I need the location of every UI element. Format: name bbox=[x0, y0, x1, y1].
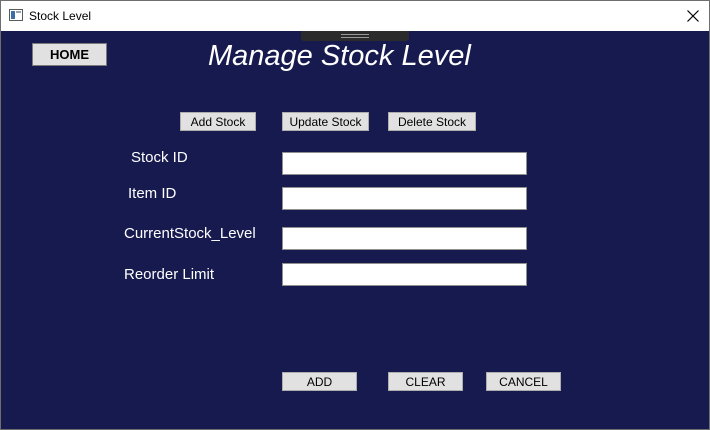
app-window-icon bbox=[9, 9, 23, 21]
add-button[interactable]: ADD bbox=[282, 372, 357, 391]
clear-button[interactable]: CLEAR bbox=[388, 372, 463, 391]
cancel-button[interactable]: CANCEL bbox=[486, 372, 561, 391]
close-icon[interactable] bbox=[683, 6, 703, 26]
page-title: Manage Stock Level bbox=[208, 40, 471, 72]
reorder-limit-input[interactable] bbox=[282, 263, 527, 286]
add-stock-button[interactable]: Add Stock bbox=[180, 112, 256, 131]
update-stock-button[interactable]: Update Stock bbox=[282, 112, 369, 131]
item-id-input[interactable] bbox=[282, 187, 527, 210]
current-stock-level-input[interactable] bbox=[282, 227, 527, 250]
reorder-limit-label: Reorder Limit bbox=[124, 266, 215, 283]
window-title: Stock Level bbox=[29, 9, 92, 23]
stock-id-input[interactable] bbox=[282, 152, 527, 175]
home-button[interactable]: HOME bbox=[32, 43, 107, 66]
stock-level-window: Stock Level HOME Manage Stock Level Add … bbox=[0, 0, 710, 430]
current-stock-level-label: CurrentStock_Level bbox=[124, 225, 256, 242]
title-bar[interactable]: Stock Level bbox=[1, 1, 709, 31]
item-id-label: Item ID bbox=[128, 185, 177, 202]
delete-stock-button[interactable]: Delete Stock bbox=[388, 112, 476, 131]
stock-id-label: Stock ID bbox=[131, 149, 188, 166]
